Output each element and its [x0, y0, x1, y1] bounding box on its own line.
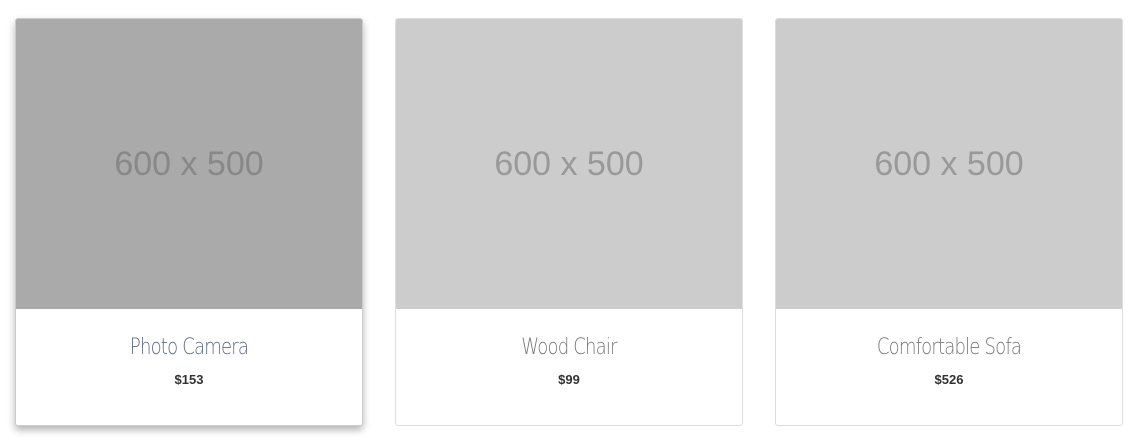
product-image-placeholder[interactable]: 600 x 500: [396, 19, 742, 309]
product-card[interactable]: 600 x 500 Comfortable Sofa $526: [775, 18, 1123, 426]
image-label: 600 x 500: [874, 144, 1024, 183]
product-price: $99: [558, 372, 580, 387]
product-card[interactable]: 600 x 500 Wood Chair $99: [395, 18, 743, 426]
image-label: 600 x 500: [494, 144, 644, 183]
product-name[interactable]: Wood Chair: [427, 335, 711, 360]
product-name[interactable]: Photo Camera: [47, 335, 331, 360]
product-name[interactable]: Comfortable Sofa: [807, 335, 1091, 360]
product-price: $153: [174, 372, 204, 387]
product-image-placeholder[interactable]: 600 x 500: [776, 19, 1122, 309]
product-price: $526: [934, 372, 964, 387]
product-image-placeholder[interactable]: 600 x 500: [16, 19, 362, 309]
product-card[interactable]: 600 x 500 Photo Camera $153: [15, 18, 363, 426]
image-label: 600 x 500: [114, 144, 264, 183]
